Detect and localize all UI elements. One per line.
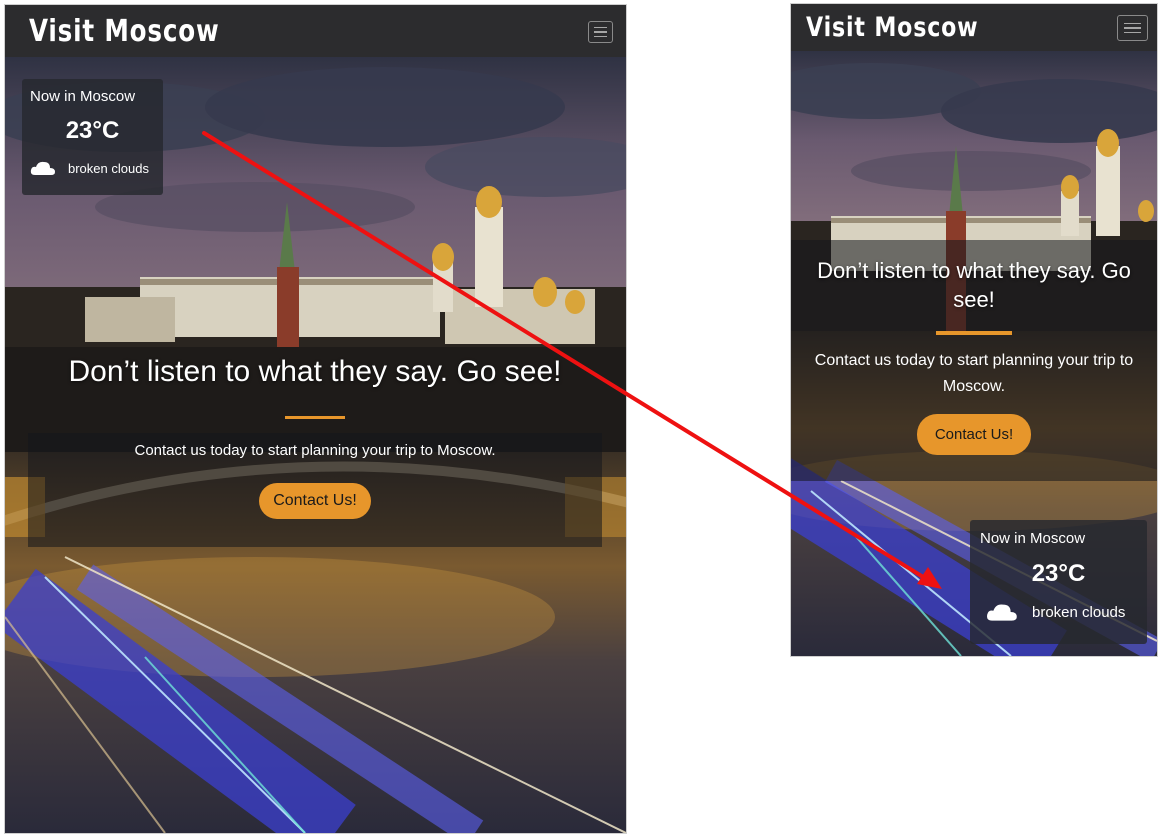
weather-description-row: broken clouds bbox=[30, 160, 155, 176]
cloud-icon bbox=[987, 604, 1017, 621]
weather-description: broken clouds bbox=[1032, 603, 1126, 621]
hero-headline: Don’t listen to what they say. Go see! bbox=[817, 258, 1131, 312]
weather-title: Now in Moscow bbox=[980, 530, 1086, 547]
weather-temperature: 23°C bbox=[65, 117, 120, 144]
brand-logo[interactable]: Visit Moscow bbox=[29, 14, 220, 49]
hamburger-menu-icon[interactable] bbox=[588, 21, 613, 43]
narrow-view-screenshot: Visit Moscow Don’t listen to what they s… bbox=[791, 4, 1157, 656]
weather-temperature: 23°C bbox=[1031, 560, 1086, 587]
brand-logo[interactable]: Visit Moscow bbox=[806, 12, 978, 43]
hero-headline: Don’t listen to what they say. Go see! bbox=[68, 355, 562, 388]
hero-subtext: Contact us today to start planning your … bbox=[814, 352, 1134, 395]
hero-section: Don’t listen to what they say. Go see! C… bbox=[791, 240, 1157, 481]
weather-description-row: broken clouds bbox=[980, 602, 1137, 622]
contact-us-button[interactable]: Contact Us! bbox=[259, 483, 371, 519]
weather-widget: Now in Moscow 23°C broken clouds bbox=[22, 79, 163, 195]
hero-subtext: Contact us today to start planning your … bbox=[134, 442, 496, 459]
cloud-icon bbox=[30, 161, 55, 175]
contact-us-button[interactable]: Contact Us! bbox=[916, 414, 1032, 455]
weather-widget: Now in Moscow 23°C broken clouds bbox=[970, 520, 1147, 644]
navbar: Visit Moscow bbox=[5, 5, 626, 57]
hero-section: Don’t listen to what they say. Go see! C… bbox=[28, 341, 602, 547]
hero-divider bbox=[936, 331, 1012, 335]
hero-divider bbox=[285, 416, 345, 419]
hamburger-menu-icon[interactable] bbox=[1117, 15, 1148, 41]
wide-view-screenshot: Visit Moscow Now in Moscow 23°C broken c… bbox=[5, 5, 626, 833]
navbar: Visit Moscow bbox=[791, 4, 1157, 51]
weather-title: Now in Moscow bbox=[30, 88, 136, 105]
weather-description: broken clouds bbox=[68, 160, 149, 176]
